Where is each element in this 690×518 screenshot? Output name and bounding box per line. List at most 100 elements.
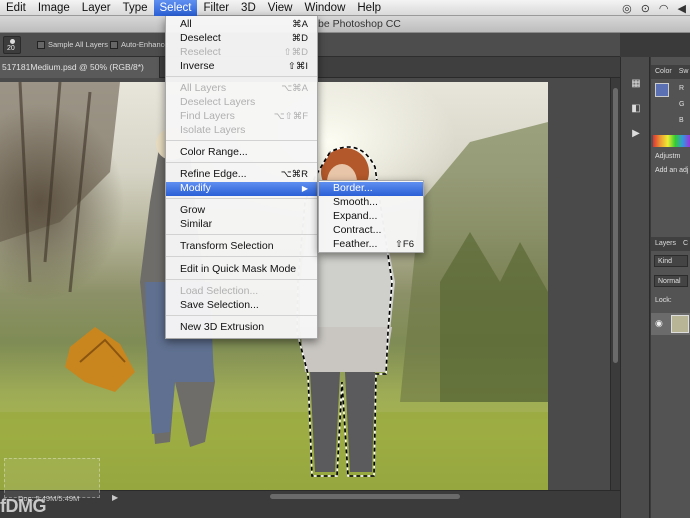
adjustments-tab[interactable]: Adjustm	[655, 153, 680, 160]
window-title-bar: be Photoshop CC	[0, 16, 690, 33]
menu-help[interactable]: Help	[351, 0, 387, 16]
modify-menu-item-border[interactable]: Border...	[319, 182, 423, 196]
layer-visibility-icon[interactable]: ◉	[655, 318, 663, 329]
menu-item-label: Transform Selection	[180, 240, 274, 252]
tab-channels[interactable]: C	[683, 240, 688, 247]
menu-type[interactable]: Type	[117, 0, 154, 16]
menu-item-label: Smooth...	[333, 196, 378, 208]
menu-3d[interactable]: 3D	[235, 0, 262, 16]
select-menu-item-inverse[interactable]: Inverse ⇧⌘I	[166, 60, 317, 74]
brush-size-picker[interactable]: 20	[3, 36, 21, 54]
select-menu-item-color-range[interactable]: Color Range...	[166, 146, 317, 160]
r-label: R	[679, 85, 685, 92]
menu-separator	[166, 279, 317, 280]
auto-enhance-checkbox[interactable]	[110, 41, 118, 49]
right-panel: Color Sw R G B Adjustm Add an adj Layers…	[651, 57, 690, 518]
menu-window[interactable]: Window	[298, 0, 351, 16]
g-label: G	[679, 101, 685, 108]
menu-item-shortcut: ⇧F6	[394, 239, 414, 250]
brush-size-value: 20	[7, 45, 15, 52]
modify-menu-item-contract[interactable]: Contract...	[319, 224, 423, 238]
menu-item-shortcut: ⌥⌘A	[281, 83, 308, 94]
layer-thumbnail	[671, 315, 689, 333]
actions-icon[interactable]: ▶	[629, 127, 643, 140]
vertical-scrollbar[interactable]	[610, 78, 620, 490]
toggle-icon[interactable]: ⊙	[641, 2, 650, 15]
menu-item-label: Modify	[180, 182, 211, 194]
properties-icon[interactable]: ◧	[629, 102, 643, 115]
menu-item-label: Feather...	[333, 238, 378, 250]
status-menu-arrow-icon[interactable]: ▶	[112, 493, 118, 502]
select-menu-item-modify[interactable]: Modify ▶	[166, 182, 317, 196]
select-menu-item-find-layers: Find Layers ⌥⇧⌘F	[166, 110, 317, 124]
history-icon[interactable]: ▦	[629, 77, 643, 90]
menu-filter[interactable]: Filter	[197, 0, 235, 16]
menu-separator	[166, 162, 317, 163]
select-menu-item-reselect: Reselect ⇧⌘D	[166, 46, 317, 60]
select-menu-item-quick-mask-mode[interactable]: Edit in Quick Mask Mode	[166, 263, 317, 277]
select-menu-item-refine-edge[interactable]: Refine Edge... ⌥⌘R	[166, 168, 317, 182]
select-menu-item-all-layers: All Layers ⌥⌘A	[166, 82, 317, 96]
menu-item-label: Deselect Layers	[180, 96, 256, 108]
menu-item-label: Save Selection...	[180, 299, 259, 311]
menu-item-label: All	[180, 18, 192, 30]
modify-menu-item-expand[interactable]: Expand...	[319, 210, 423, 224]
menu-item-label: Border...	[333, 182, 373, 194]
brush-tip-icon	[10, 39, 15, 44]
select-menu-item-new-3d-extrusion[interactable]: New 3D Extrusion	[166, 321, 317, 335]
menu-separator	[166, 198, 317, 199]
vertical-scroll-thumb[interactable]	[613, 88, 618, 363]
menu-bar: Edit Image Layer Type Select Filter 3D V…	[0, 0, 690, 16]
auto-enhance-label: Auto-Enhance	[121, 40, 169, 49]
select-menu-item-similar[interactable]: Similar	[166, 218, 317, 232]
color-panel-tabs: Color Sw	[651, 65, 690, 79]
select-menu-item-grow[interactable]: Grow	[166, 204, 317, 218]
menu-item-label: Refine Edge...	[180, 168, 247, 180]
menu-item-label: Color Range...	[180, 146, 248, 158]
layer-row[interactable]: ◉	[651, 313, 690, 335]
menu-item-label: Inverse	[180, 60, 215, 72]
horizontal-scroll-thumb[interactable]	[270, 494, 460, 499]
layer-filter-kind[interactable]: Kind	[654, 255, 688, 267]
add-adjustment-label: Add an adj	[655, 167, 689, 174]
menu-item-label: Similar	[180, 218, 213, 230]
sample-all-layers-label: Sample All Layers	[48, 40, 109, 49]
menu-item-label: Expand...	[333, 210, 378, 222]
menu-separator	[166, 315, 317, 316]
menu-item-label: All Layers	[180, 82, 227, 94]
menu-image[interactable]: Image	[32, 0, 76, 16]
select-menu-dropdown: All ⌘A Deselect ⌘D Reselect ⇧⌘D Inverse ⇧⌘I All …	[165, 16, 318, 339]
menu-layer[interactable]: Layer	[76, 0, 117, 16]
menu-separator	[166, 140, 317, 141]
select-menu-item-save-selection[interactable]: Save Selection...	[166, 299, 317, 313]
document-tab[interactable]: 517181Medium.psd @ 50% (RGB/8*)	[0, 57, 160, 78]
tab-layers[interactable]: Layers	[655, 240, 676, 247]
select-menu-item-transform-selection[interactable]: Transform Selection	[166, 240, 317, 254]
tab-swatches[interactable]: Sw	[679, 68, 689, 75]
menu-item-label: Edit in Quick Mask Mode	[180, 263, 297, 275]
color-ramp[interactable]	[653, 135, 690, 147]
wifi-icon[interactable]: ◠	[659, 2, 669, 15]
menu-item-shortcut: ⌘D	[291, 33, 308, 44]
tab-color[interactable]: Color	[655, 68, 672, 75]
menu-item-label: Reselect	[180, 46, 221, 58]
watermark-logo	[4, 458, 100, 498]
volume-icon[interactable]: ◀	[678, 2, 686, 15]
window-title: be Photoshop CC	[318, 18, 401, 30]
photoshop-window: Edit Image Layer Type Select Filter 3D V…	[0, 0, 690, 518]
sync-icon[interactable]: ◎	[622, 2, 632, 15]
modify-menu-item-feather[interactable]: Feather... ⇧F6	[319, 238, 423, 252]
menu-edit[interactable]: Edit	[0, 0, 32, 16]
foreground-color-swatch[interactable]	[655, 83, 669, 97]
select-menu-item-deselect-layers: Deselect Layers	[166, 96, 317, 110]
menu-item-label: New 3D Extrusion	[180, 321, 265, 333]
kind-label: Kind	[658, 258, 673, 265]
menu-select[interactable]: Select	[153, 0, 198, 16]
select-menu-item-all[interactable]: All ⌘A	[166, 18, 317, 32]
menu-view[interactable]: View	[262, 0, 299, 16]
modify-menu-item-smooth[interactable]: Smooth...	[319, 196, 423, 210]
select-menu-item-deselect[interactable]: Deselect ⌘D	[166, 32, 317, 46]
sample-all-layers-checkbox[interactable]	[37, 41, 45, 49]
blend-mode-select[interactable]: Normal	[654, 275, 688, 287]
menu-item-label: Load Selection...	[180, 285, 259, 297]
